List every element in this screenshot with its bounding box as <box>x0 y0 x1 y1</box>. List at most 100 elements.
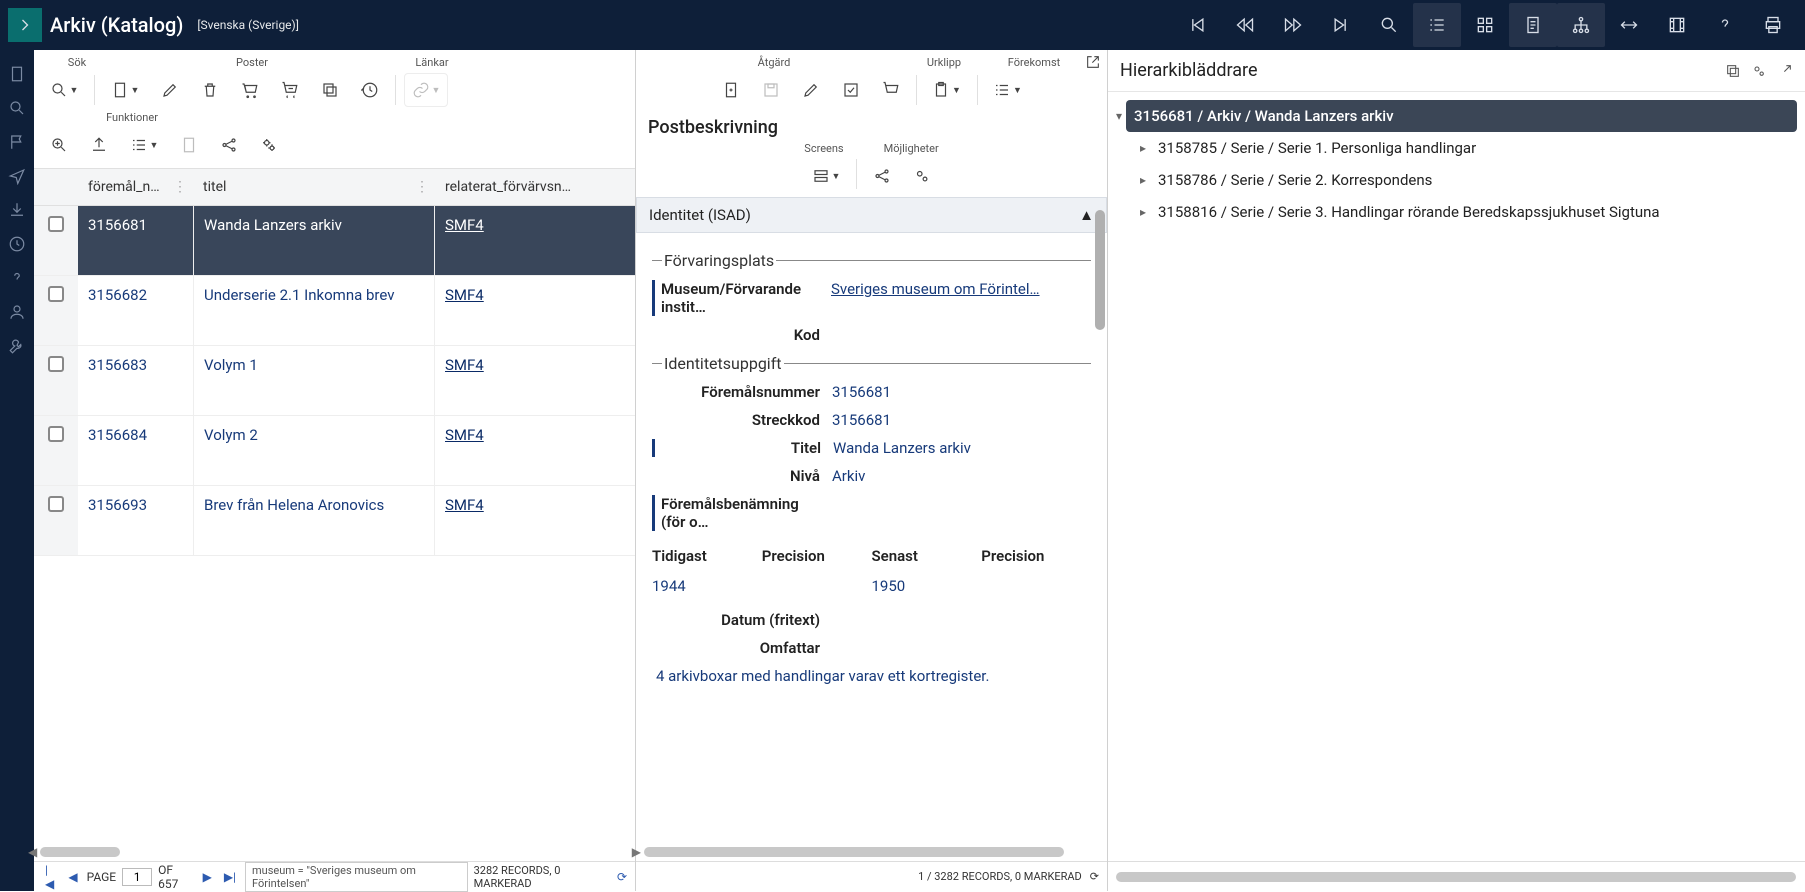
rel-link[interactable]: SMF4 <box>445 286 484 304</box>
table-row[interactable]: 3156682Underserie 2.1 Inkomna brevSMF4 <box>34 276 635 346</box>
section-header-identitet[interactable]: Identitet (ISAD) ▲ <box>636 197 1107 233</box>
right-horizontal-scrollbar[interactable] <box>1108 861 1805 891</box>
page-input[interactable] <box>122 868 152 886</box>
row-checkbox[interactable] <box>48 426 64 442</box>
tree-child-node[interactable]: ▸3158785 / Serie / Serie 1. Personliga h… <box>1132 132 1797 164</box>
cart-remove-button[interactable] <box>273 73 307 107</box>
tree-child-node[interactable]: ▸3158786 / Serie / Serie 2. Korresponden… <box>1132 164 1797 196</box>
refresh-button[interactable]: ⟳ <box>617 870 627 884</box>
table-row[interactable]: 3156684Volym 2SMF4 <box>34 416 635 486</box>
copy-button[interactable] <box>313 73 347 107</box>
mid-label-atgard: Åtgärd <box>644 56 904 69</box>
horizontal-scrollbar[interactable]: ◀▶ <box>34 843 635 861</box>
rail-send[interactable] <box>7 166 27 186</box>
vertical-scrollbar[interactable] <box>1095 210 1105 851</box>
rail-document[interactable] <box>7 64 27 84</box>
list-options-button[interactable]: ▼ <box>122 128 166 162</box>
caret-right-icon[interactable]: ▸ <box>1140 141 1152 155</box>
page-prev-button[interactable]: ◀ <box>65 870 80 884</box>
mid-occurrence-button[interactable]: ▼ <box>986 73 1030 107</box>
row-checkbox[interactable] <box>48 286 64 302</box>
new-record-button[interactable]: ▼ <box>103 73 147 107</box>
table-row[interactable]: 3156693Brev från Helena AronovicsSMF4 <box>34 486 635 556</box>
mid-settings-button[interactable] <box>905 159 939 193</box>
search-tool-button[interactable]: ▼ <box>42 73 86 107</box>
col-menu-icon[interactable]: ⋮ <box>173 179 187 195</box>
row-checkbox[interactable] <box>48 216 64 232</box>
mid-refresh-button[interactable]: ⟳ <box>1090 870 1099 883</box>
rel-link[interactable]: SMF4 <box>445 216 484 234</box>
media-button[interactable] <box>1653 3 1701 47</box>
page-first-button[interactable]: |◀ <box>42 863 59 891</box>
pencil-icon <box>802 81 820 99</box>
rel-link[interactable]: SMF4 <box>445 356 484 374</box>
cart-add-button[interactable] <box>233 73 267 107</box>
hier-popout-button[interactable] <box>1725 63 1741 79</box>
history-button[interactable] <box>353 73 387 107</box>
rel-link[interactable]: SMF4 <box>445 426 484 444</box>
value-titel: Wanda Lanzers arkiv <box>833 439 1091 457</box>
help-button[interactable] <box>1701 3 1749 47</box>
page-next-button[interactable]: ▶ <box>200 870 215 884</box>
hier-expand-button[interactable] <box>1777 63 1793 79</box>
nav-prev-button[interactable] <box>1221 3 1269 47</box>
report-button <box>172 128 206 162</box>
filter-expression[interactable]: museum = "Sveriges museum om Förintelsen… <box>245 862 468 892</box>
table-row[interactable]: 3156681Wanda Lanzers arkivSMF4 <box>34 206 635 276</box>
detail-view-button[interactable] <box>1509 3 1557 47</box>
mid-horizontal-scrollbar[interactable] <box>636 843 1107 861</box>
zoom-in-button[interactable] <box>42 128 76 162</box>
col-id[interactable]: föremål_n…⋮ <box>78 169 193 205</box>
caret-right-icon[interactable]: ▸ <box>1140 173 1152 187</box>
nav-first-button[interactable] <box>1173 3 1221 47</box>
tree: ▾ 3156681 / Arkiv / Wanda Lanzers arkiv … <box>1108 92 1805 236</box>
row-checkbox[interactable] <box>48 496 64 512</box>
nav-last-button[interactable] <box>1317 3 1365 47</box>
mid-new-button[interactable] <box>714 73 748 107</box>
settings-button[interactable] <box>252 128 286 162</box>
search-button[interactable] <box>1365 3 1413 47</box>
tree-root-node[interactable]: 3156681 / Arkiv / Wanda Lanzers arkiv <box>1126 100 1797 132</box>
grid-view-button[interactable] <box>1461 3 1509 47</box>
export-button[interactable] <box>82 128 116 162</box>
tree-child-node[interactable]: ▸3158816 / Serie / Serie 3. Handlingar r… <box>1132 196 1797 228</box>
screens-button[interactable]: ▼ <box>804 159 848 193</box>
rail-search[interactable] <box>7 98 27 118</box>
rail-settings[interactable] <box>7 336 27 356</box>
share-button[interactable] <box>212 128 246 162</box>
cell-id: 3156682 <box>78 276 193 345</box>
print-button[interactable] <box>1749 3 1797 47</box>
rail-download[interactable] <box>7 200 27 220</box>
caret-right-icon[interactable]: ▸ <box>1140 205 1152 219</box>
rel-link[interactable]: SMF4 <box>445 496 484 514</box>
delete-button[interactable] <box>193 73 227 107</box>
mid-cart-button[interactable] <box>874 73 908 107</box>
edit-button[interactable] <box>153 73 187 107</box>
mid-edit-button[interactable] <box>794 73 828 107</box>
menu-toggle-button[interactable] <box>8 8 42 42</box>
value-museum[interactable]: Sveriges museum om Förintel… <box>831 280 1040 298</box>
table-row[interactable]: 3156683Volym 1SMF4 <box>34 346 635 416</box>
hier-settings-button[interactable] <box>1751 63 1767 79</box>
nav-next-button[interactable] <box>1269 3 1317 47</box>
col-menu-icon[interactable]: ⋮ <box>415 179 429 195</box>
caret-down-icon[interactable]: ▾ <box>1116 109 1122 123</box>
page-last-button[interactable]: ▶| <box>221 870 239 884</box>
col-title[interactable]: titel⋮ <box>193 169 435 205</box>
hierarchy-view-button[interactable] <box>1557 3 1605 47</box>
mid-check-button[interactable] <box>834 73 868 107</box>
row-checkbox[interactable] <box>48 356 64 372</box>
rail-flag[interactable] <box>7 132 27 152</box>
section-header-label: Identitet (ISAD) <box>649 206 751 224</box>
swap-button[interactable] <box>1605 3 1653 47</box>
rail-clock[interactable] <box>7 234 27 254</box>
rail-help[interactable] <box>7 268 27 288</box>
mid-share-button[interactable] <box>865 159 899 193</box>
list-view-button[interactable] <box>1413 3 1461 47</box>
rail-user[interactable] <box>7 302 27 322</box>
col-rel[interactable]: relaterat_förvärvsn… <box>435 169 635 205</box>
mid-clipboard-button[interactable]: ▼ <box>925 73 969 107</box>
popout-button[interactable] <box>1085 54 1101 70</box>
grid-body[interactable]: 3156681Wanda Lanzers arkivSMF43156682Und… <box>34 206 635 843</box>
group-label-poster: Poster <box>112 56 392 69</box>
